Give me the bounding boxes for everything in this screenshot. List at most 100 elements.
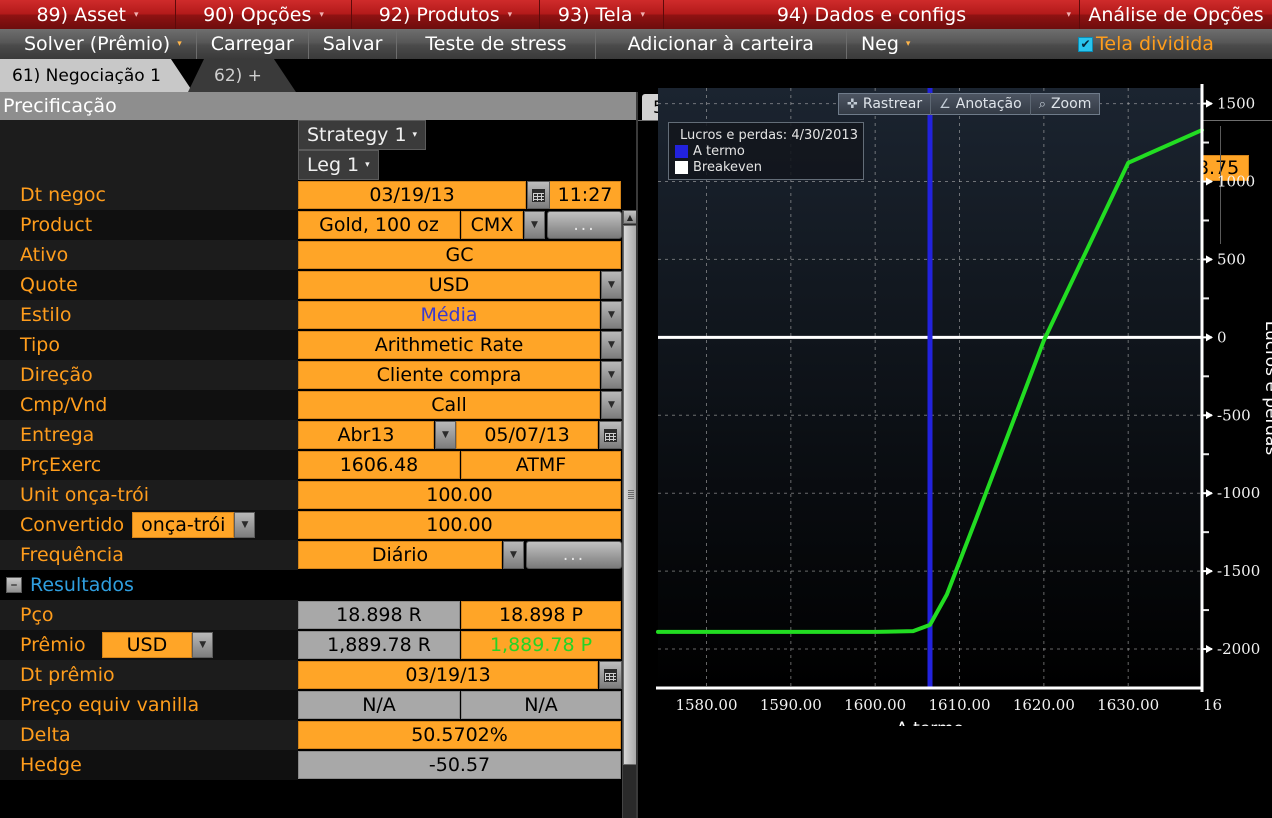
pricing-panel-scrollbar[interactable]: ▲ ▼ — [622, 210, 637, 818]
svg-text:1000: 1000 — [1217, 173, 1255, 191]
form-row-preco-equiv-vanilla: Preço equiv vanilla N/A N/A — [0, 690, 622, 720]
convertido-dropdown-arrow[interactable]: ▼ — [234, 512, 256, 538]
entrega-dropdown-arrow[interactable]: ▼ — [435, 421, 456, 449]
svg-text:16: 16 — [1203, 696, 1222, 714]
form-row-tipo: Tipo Arithmetic Rate ▼ — [0, 330, 622, 360]
legend-label: A termo — [693, 143, 745, 159]
toolbar-item-carregar[interactable]: Carregar — [197, 29, 309, 59]
row-label: Ativo — [0, 240, 298, 270]
row-label: Product — [0, 210, 298, 240]
dt-premio-input[interactable]: 03/19/13 — [298, 661, 598, 689]
chart-tool-label: Anotação — [955, 96, 1022, 112]
pco-value-p: 18.898 P — [461, 601, 621, 629]
svg-text:1610.00: 1610.00 — [929, 696, 991, 714]
frequencia-input[interactable]: Diário — [298, 541, 502, 569]
scroll-up-icon[interactable]: ▲ — [623, 210, 637, 224]
unit-input[interactable]: 100.00 — [298, 481, 621, 509]
estilo-input[interactable]: Média — [298, 301, 600, 329]
crosshair-icon: ✜ — [847, 96, 858, 112]
tab-negociacao-1[interactable]: 61) Negociação 1 — [0, 59, 193, 92]
cmp-vnd-input[interactable]: Call — [298, 391, 600, 419]
tipo-input[interactable]: Arithmetic Rate — [298, 331, 600, 359]
strike-input[interactable]: 1606.48 — [298, 451, 460, 479]
calendar-icon[interactable] — [527, 181, 550, 209]
toolbar-item-salvar[interactable]: Salvar — [309, 29, 398, 59]
row-label: Dt negoc — [0, 180, 298, 210]
premio-currency-select[interactable]: USD — [101, 632, 193, 658]
direcao-dropdown-arrow[interactable]: ▼ — [601, 361, 622, 389]
svg-text:-1500: -1500 — [1217, 562, 1260, 580]
tipo-dropdown-arrow[interactable]: ▼ — [601, 331, 622, 359]
form-row-prcexerc: PrçExerc 1606.48 ATMF — [0, 450, 622, 480]
entrega-month-input[interactable]: Abr13 — [298, 421, 434, 449]
entrega-date-input[interactable]: 05/07/13 — [456, 421, 598, 449]
calendar-icon[interactable] — [599, 421, 622, 449]
pricing-panel: Precificação Strategy 1 ▾ Leg 1 ▾ Dt neg… — [0, 92, 637, 818]
leg-selector[interactable]: Leg 1 ▾ — [298, 150, 379, 180]
row-label: Tipo — [0, 330, 298, 360]
chevron-down-icon: ▾ — [365, 160, 370, 170]
delta-value: 50.5702% — [298, 721, 621, 749]
svg-text:1600.00: 1600.00 — [844, 696, 906, 714]
chevron-down-icon: ▾ — [319, 9, 324, 20]
premio-dropdown-arrow[interactable]: ▼ — [192, 632, 214, 658]
premio-value-p: 1,889.78 P — [461, 631, 621, 659]
exchange-input[interactable]: CMX — [461, 211, 523, 239]
results-section-header[interactable]: – Resultados — [0, 570, 622, 600]
row-label: Convertido — [20, 514, 125, 536]
direcao-input[interactable]: Cliente compra — [298, 361, 600, 389]
calendar-icon[interactable] — [599, 661, 622, 689]
premio-value-r: 1,889.78 R — [298, 631, 460, 659]
toolbar-item-label: Teste de stress — [425, 33, 567, 55]
toolbar-item-label: Solver (Prêmio) — [24, 33, 171, 55]
quote-dropdown-arrow[interactable]: ▼ — [601, 271, 622, 299]
strategy-label: Strategy 1 — [307, 124, 407, 146]
strategy-selector[interactable]: Strategy 1 ▾ — [298, 120, 427, 150]
row-label: Unit onça-trói — [0, 480, 298, 510]
trade-date-input[interactable]: 03/19/13 — [298, 181, 526, 209]
chart-tool-anotacao[interactable]: ∠ Anotação — [931, 93, 1031, 115]
chart-tool-label: Zoom — [1050, 96, 1092, 112]
menu-item-produtos[interactable]: 92) Produtos ▾ — [352, 0, 540, 29]
row-label: Delta — [0, 720, 298, 750]
leg-label: Leg 1 — [307, 154, 360, 176]
frequencia-dropdown-arrow[interactable]: ▼ — [503, 541, 524, 569]
toolbar-item-solver[interactable]: Solver (Prêmio) ▾ — [0, 29, 197, 59]
collapse-icon[interactable]: – — [6, 577, 22, 593]
menu-item-asset[interactable]: 89) Asset ▾ — [0, 0, 176, 29]
tab-add-new[interactable]: 62) + — [188, 59, 296, 92]
scrollbar-thumb[interactable] — [623, 225, 637, 765]
magnifier-icon: ⌕ — [1038, 96, 1046, 112]
ativo-input[interactable]: GC — [298, 241, 621, 269]
row-label: Quote — [0, 270, 298, 300]
form-row-product: Product Gold, 100 oz CMX ▼ ... — [0, 210, 622, 240]
convertido-input[interactable]: 100.00 — [298, 511, 621, 539]
cmp-vnd-dropdown-arrow[interactable]: ▼ — [601, 391, 622, 419]
row-label: Pço — [0, 600, 298, 630]
vanilla-value-1: N/A — [298, 691, 460, 719]
svg-text:1590.00: 1590.00 — [760, 696, 822, 714]
form-row-delta: Delta 50.5702% — [0, 720, 622, 750]
trade-time-input[interactable]: 11:27 — [550, 181, 621, 209]
convertido-unit-select[interactable]: onça-trói — [132, 512, 235, 538]
product-dropdown-arrow[interactable]: ▼ — [524, 211, 545, 239]
quote-input[interactable]: USD — [298, 271, 600, 299]
product-input[interactable]: Gold, 100 oz — [298, 211, 460, 239]
toolbar-item-label: Salvar — [322, 33, 383, 55]
form-row-ativo: Ativo GC — [0, 240, 622, 270]
bloomberg-ovml-screen: 89) Asset ▾ 90) Opções ▾ 92) Produtos ▾ … — [0, 0, 1272, 818]
chart-tool-zoom[interactable]: ⌕ Zoom — [1031, 93, 1100, 115]
svg-text:-1000: -1000 — [1217, 484, 1260, 502]
product-more-button[interactable]: ... — [547, 211, 622, 239]
estilo-dropdown-arrow[interactable]: ▼ — [601, 301, 622, 329]
menu-item-opcoes[interactable]: 90) Opções ▾ — [176, 0, 352, 29]
row-label: Entrega — [0, 420, 298, 450]
form-row-hedge: Hedge -50.57 — [0, 750, 622, 780]
strike-type-input[interactable]: ATMF — [461, 451, 621, 479]
frequencia-more-button[interactable]: ... — [526, 541, 622, 569]
form-row-direcao: Direção Cliente compra ▼ — [0, 360, 622, 390]
svg-text:0: 0 — [1217, 328, 1227, 346]
toolbar-item-teste-stress[interactable]: Teste de stress — [397, 29, 596, 59]
chart-tool-rastrear[interactable]: ✜ Rastrear — [839, 93, 932, 115]
chevron-down-icon: ▾ — [134, 9, 139, 20]
